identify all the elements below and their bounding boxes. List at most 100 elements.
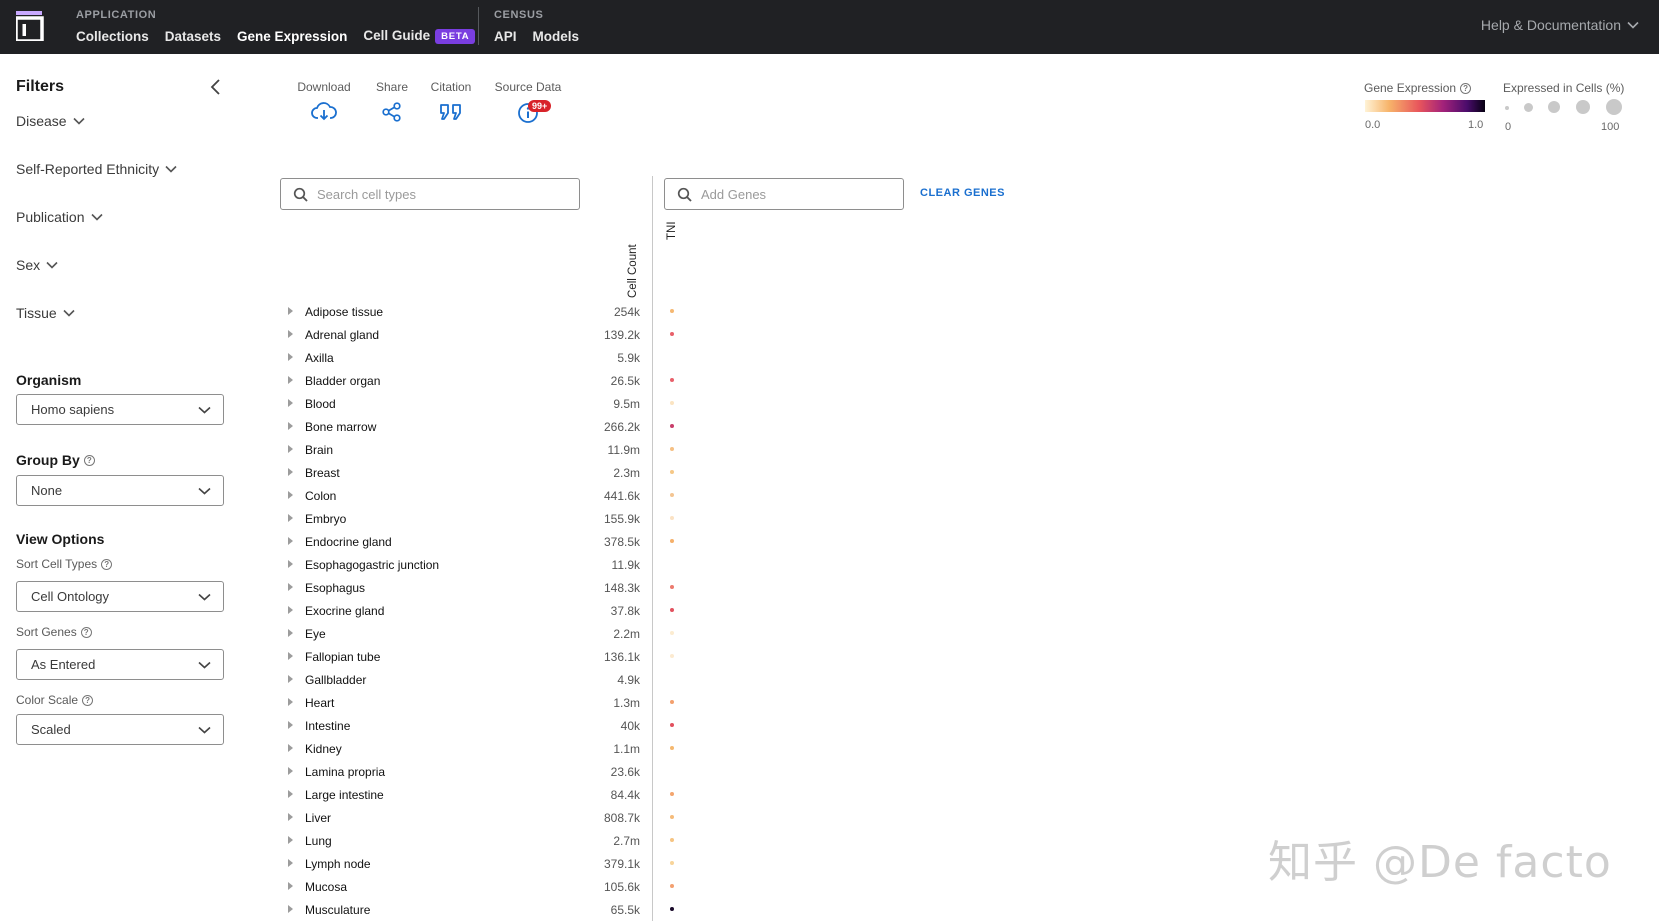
expression-dot[interactable] — [670, 884, 674, 888]
nav-datasets[interactable]: Datasets — [165, 29, 221, 44]
table-row[interactable]: Lung 2.7m — [280, 829, 680, 852]
expand-caret-icon[interactable] — [288, 307, 293, 315]
filter-sex[interactable]: Sex — [16, 257, 58, 273]
help-icon[interactable]: ? — [82, 694, 94, 706]
nav-gene-expression[interactable]: Gene Expression — [237, 29, 347, 44]
filter-publication[interactable]: Publication — [16, 209, 103, 225]
expand-caret-icon[interactable] — [288, 744, 293, 752]
expand-caret-icon[interactable] — [288, 445, 293, 453]
citation-button[interactable]: Citation — [425, 80, 477, 122]
help-icon[interactable]: ? — [83, 454, 95, 466]
table-row[interactable]: Esophagus 148.3k — [280, 576, 680, 599]
table-row[interactable]: Intestine 40k — [280, 714, 680, 737]
expression-dot[interactable] — [670, 861, 674, 865]
expression-dot[interactable] — [670, 746, 674, 750]
expand-caret-icon[interactable] — [288, 698, 293, 706]
expression-dot[interactable] — [670, 332, 674, 336]
expand-caret-icon[interactable] — [288, 652, 293, 660]
expand-caret-icon[interactable] — [288, 583, 293, 591]
chevron-left-icon[interactable] — [208, 78, 224, 96]
help-icon[interactable]: ? — [1460, 82, 1472, 94]
expression-dot[interactable] — [670, 585, 674, 589]
download-button[interactable]: Download — [294, 80, 354, 122]
filter-tissue[interactable]: Tissue — [16, 305, 75, 321]
table-row[interactable]: Kidney 1.1m — [280, 737, 680, 760]
expression-dot[interactable] — [670, 838, 674, 842]
table-row[interactable]: Embryo 155.9k — [280, 507, 680, 530]
nav-cell-guide[interactable]: Cell Guide BETA — [363, 28, 476, 44]
nav-collections[interactable]: Collections — [76, 29, 149, 44]
expression-dot[interactable] — [670, 608, 674, 612]
table-row[interactable]: Fallopian tube 136.1k — [280, 645, 680, 668]
expression-dot[interactable] — [670, 424, 674, 428]
expression-dot[interactable] — [670, 539, 674, 543]
expand-caret-icon[interactable] — [288, 675, 293, 683]
expand-caret-icon[interactable] — [288, 721, 293, 729]
filter-ethnicity[interactable]: Self-Reported Ethnicity — [16, 161, 177, 177]
expand-caret-icon[interactable] — [288, 813, 293, 821]
expression-dot[interactable] — [670, 631, 674, 635]
group-by-select[interactable]: None — [16, 475, 224, 506]
table-row[interactable]: Lymph node 379.1k — [280, 852, 680, 875]
expression-dot[interactable] — [670, 470, 674, 474]
expand-caret-icon[interactable] — [288, 560, 293, 568]
table-row[interactable]: Adipose tissue 254k — [280, 300, 680, 323]
expand-caret-icon[interactable] — [288, 836, 293, 844]
expand-caret-icon[interactable] — [288, 905, 293, 913]
help-icon[interactable]: ? — [80, 626, 92, 638]
expand-caret-icon[interactable] — [288, 767, 293, 775]
expression-dot[interactable] — [670, 401, 674, 405]
expand-caret-icon[interactable] — [288, 514, 293, 522]
expand-caret-icon[interactable] — [288, 491, 293, 499]
filter-disease[interactable]: Disease — [16, 113, 85, 129]
table-row[interactable]: Lamina propria 23.6k — [280, 760, 680, 783]
expand-caret-icon[interactable] — [288, 330, 293, 338]
expression-dot[interactable] — [670, 378, 674, 382]
expand-caret-icon[interactable] — [288, 882, 293, 890]
expression-dot[interactable] — [670, 493, 674, 497]
table-row[interactable]: Musculature 65.5k — [280, 898, 680, 921]
table-row[interactable]: Bone marrow 266.2k — [280, 415, 680, 438]
table-row[interactable]: Mucosa 105.6k — [280, 875, 680, 898]
expand-caret-icon[interactable] — [288, 859, 293, 867]
table-row[interactable]: Heart 1.3m — [280, 691, 680, 714]
table-row[interactable]: Eye 2.2m — [280, 622, 680, 645]
table-row[interactable]: Large intestine 84.4k — [280, 783, 680, 806]
table-row[interactable]: Bladder organ 26.5k — [280, 369, 680, 392]
table-row[interactable]: Brain 11.9m — [280, 438, 680, 461]
expand-caret-icon[interactable] — [288, 422, 293, 430]
share-button[interactable]: Share — [372, 80, 412, 122]
gene-search[interactable] — [664, 178, 904, 210]
expression-dot[interactable] — [670, 309, 674, 313]
expression-dot[interactable] — [670, 700, 674, 704]
sort-cell-types-select[interactable]: Cell Ontology — [16, 581, 224, 612]
expand-caret-icon[interactable] — [288, 468, 293, 476]
expression-dot[interactable] — [670, 907, 674, 911]
table-row[interactable]: Gallbladder 4.9k — [280, 668, 680, 691]
table-row[interactable]: Liver 808.7k — [280, 806, 680, 829]
table-row[interactable]: Adrenal gland 139.2k — [280, 323, 680, 346]
cell-type-search[interactable] — [280, 178, 580, 210]
table-row[interactable]: Endocrine gland 378.5k — [280, 530, 680, 553]
expression-dot[interactable] — [670, 792, 674, 796]
organism-select[interactable]: Homo sapiens — [16, 394, 224, 425]
gene-search-input[interactable] — [701, 179, 903, 209]
expand-caret-icon[interactable] — [288, 790, 293, 798]
table-row[interactable]: Colon 441.6k — [280, 484, 680, 507]
expression-dot[interactable] — [670, 815, 674, 819]
nav-models[interactable]: Models — [533, 29, 580, 44]
expression-dot[interactable] — [670, 516, 674, 520]
clear-genes-button[interactable]: CLEAR GENES — [920, 187, 1005, 199]
help-documentation-menu[interactable]: Help & Documentation — [1481, 17, 1639, 33]
expression-dot[interactable] — [670, 654, 674, 658]
expression-dot[interactable] — [670, 723, 674, 727]
expression-dot[interactable] — [670, 447, 674, 451]
expand-caret-icon[interactable] — [288, 399, 293, 407]
sort-genes-select[interactable]: As Entered — [16, 649, 224, 680]
expand-caret-icon[interactable] — [288, 606, 293, 614]
expand-caret-icon[interactable] — [288, 353, 293, 361]
expand-caret-icon[interactable] — [288, 629, 293, 637]
expand-caret-icon[interactable] — [288, 537, 293, 545]
table-row[interactable]: Esophagogastric junction 11.9k — [280, 553, 680, 576]
gene-column-header[interactable]: TNI — [666, 221, 678, 240]
